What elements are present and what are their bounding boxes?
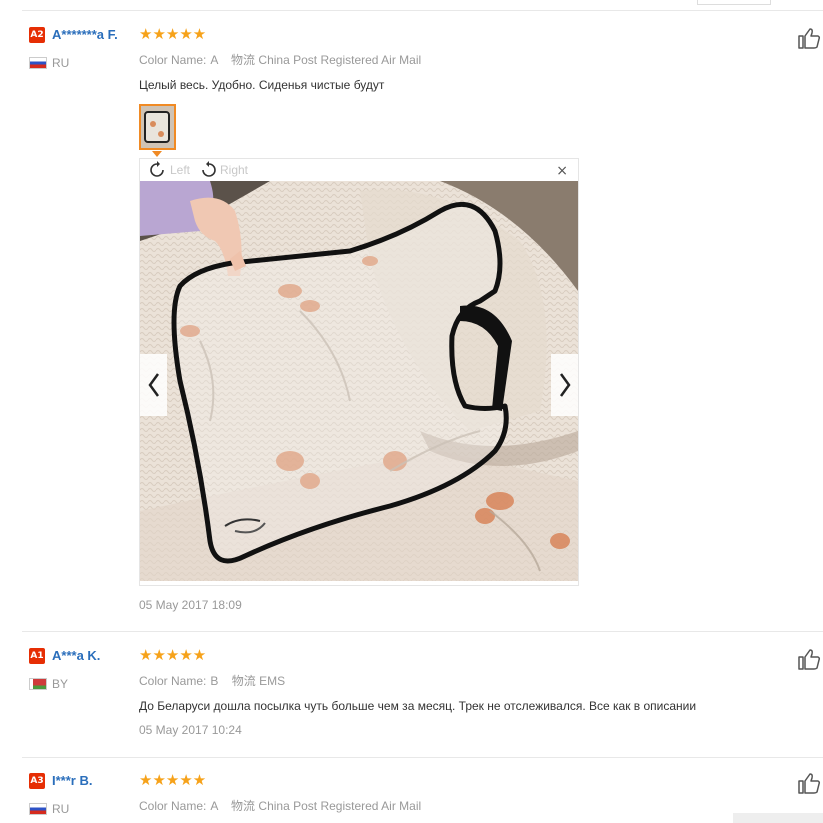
buyer-country: BY [52,677,69,691]
thumbs-up-icon [798,649,821,670]
shipping-value: China Post Registered Air Mail [258,53,422,67]
color-label: Color Name: [139,799,207,813]
review-date: 05 May 2017 10:24 [139,723,242,737]
shipping-value: EMS [259,674,286,688]
buyer-name[interactable]: I***r B. [52,773,92,788]
review-date: 05 May 2017 18:09 [139,598,242,612]
photo-viewer: Left Right × [139,158,579,586]
color-value: A [210,799,218,813]
rotate-left-button[interactable]: Left [148,160,190,180]
close-viewer-button[interactable]: × [556,163,568,179]
order-info: Color Name: A 物流 China Post Registered Ai… [139,797,421,814]
rotate-left-label: Left [170,163,191,177]
buyer-country: RU [52,802,70,816]
color-label: Color Name: [139,53,207,67]
photo-viewer-toolbar: Left Right × [140,159,578,181]
country-flag-icon [29,803,47,815]
thumbs-up-icon [798,773,821,794]
country-flag-icon [29,57,47,69]
rotate-left-icon [150,161,164,177]
rating-stars: ★★★★★ [139,771,207,789]
color-label: Color Name: [139,674,207,688]
order-info: Color Name: A 物流 China Post Registered Ai… [139,51,421,68]
chevron-right-icon [559,373,571,397]
review-photo [140,181,578,581]
shipping-label: 物流 [231,674,256,688]
country-flag-icon [29,678,47,690]
rating-stars: ★★★★★ [139,646,207,664]
review-item: A3 I***r B. RU ★★★★★ Color Name: A 物流 Chi… [0,758,823,823]
color-value: A [210,53,218,67]
shipping-value: China Post Registered Air Mail [258,799,422,813]
color-value: B [210,674,219,688]
helpful-button[interactable] [797,648,821,670]
next-photo-button[interactable] [551,354,578,416]
review-item: A1 A***a K. BY ★★★★★ Color Name: B 物流 EMS… [0,632,823,758]
buyer-level-badge: A3 [29,773,45,789]
buyer-level-badge: A1 [29,648,45,664]
rotate-right-label: Right [220,163,249,177]
buyer-level-badge: A2 [29,27,45,43]
buyer-name[interactable]: A***a K. [52,648,100,663]
shipping-label: 物流 [231,799,256,813]
previous-photo-button[interactable] [140,354,167,416]
rotate-right-icon [202,161,216,177]
chevron-left-icon [147,373,159,397]
rotate-right-button[interactable]: Right [198,160,248,180]
review-item: A2 A*******a F. RU ★★★★★ Color Name: A 物流… [0,0,823,632]
thumbs-up-icon [798,28,821,49]
corner-overlay [733,813,823,823]
thumbnail-pointer [152,151,162,157]
review-photo-thumbnail[interactable] [139,104,176,150]
rating-stars: ★★★★★ [139,25,207,43]
buyer-name[interactable]: A*******a F. [52,27,118,42]
helpful-button[interactable] [797,27,821,49]
review-text: Целый весь. Удобно. Сиденья чистые будут [139,78,385,92]
helpful-button[interactable] [797,772,821,794]
review-text: До Беларуси дошла посылка чуть больше че… [139,699,697,713]
order-info: Color Name: B 物流 EMS [139,672,285,689]
buyer-country: RU [52,56,70,70]
shipping-label: 物流 [231,53,256,67]
